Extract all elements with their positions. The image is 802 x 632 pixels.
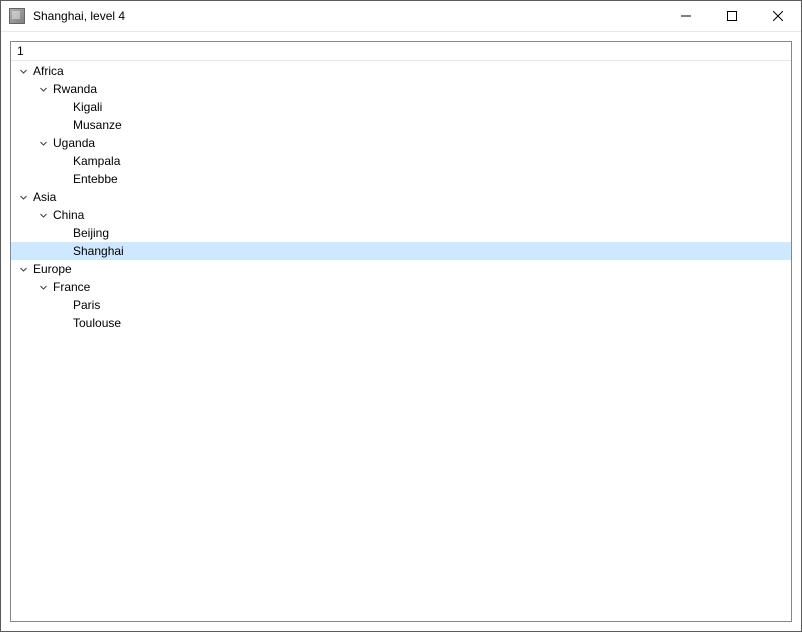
tree-item-label: Uganda	[51, 134, 95, 152]
tree-item-label: Beijing	[71, 224, 109, 242]
tree-item-china[interactable]: China	[11, 206, 791, 224]
tree-item-label: Paris	[71, 296, 100, 314]
tree-item-label: Africa	[31, 62, 64, 80]
chevron-down-icon[interactable]	[15, 63, 31, 79]
tree-item-label: Asia	[31, 188, 56, 206]
tree-item-entebbe[interactable]: Entebbe	[11, 170, 791, 188]
maximize-button[interactable]	[709, 1, 755, 31]
tree-item-france[interactable]: France	[11, 278, 791, 296]
tree-column-header[interactable]: 1	[11, 42, 791, 61]
tree-item-label: France	[51, 278, 90, 296]
tree-item-africa[interactable]: Africa	[11, 62, 791, 80]
tree-item-label: Entebbe	[71, 170, 118, 188]
tree-item-label: Rwanda	[51, 80, 97, 98]
chevron-down-icon[interactable]	[35, 81, 51, 97]
minimize-icon	[681, 11, 691, 21]
tree-item-europe[interactable]: Europe	[11, 260, 791, 278]
tree-item-shanghai[interactable]: Shanghai	[11, 242, 791, 260]
tree-item-label: China	[51, 206, 84, 224]
tree-item-label: Kigali	[71, 98, 102, 116]
tree-item-uganda[interactable]: Uganda	[11, 134, 791, 152]
tree-item-label: Kampala	[71, 152, 120, 170]
tree-item-musanze[interactable]: Musanze	[11, 116, 791, 134]
tree-item-kigali[interactable]: Kigali	[11, 98, 791, 116]
chevron-down-icon[interactable]	[15, 189, 31, 205]
close-icon	[773, 11, 783, 21]
tree-item-paris[interactable]: Paris	[11, 296, 791, 314]
tree-item-label: Europe	[31, 260, 72, 278]
tree-view[interactable]: 1 AfricaRwandaKigaliMusanzeUgandaKampala…	[10, 41, 792, 622]
chevron-down-icon[interactable]	[35, 279, 51, 295]
tree-item-label: Musanze	[71, 116, 122, 134]
tree-item-label: Shanghai	[71, 242, 124, 260]
close-button[interactable]	[755, 1, 801, 31]
content-area: 1 AfricaRwandaKigaliMusanzeUgandaKampala…	[1, 32, 801, 631]
tree-item-label: Toulouse	[71, 314, 121, 332]
tree-item-beijing[interactable]: Beijing	[11, 224, 791, 242]
app-icon	[9, 8, 25, 24]
tree-body: AfricaRwandaKigaliMusanzeUgandaKampalaEn…	[11, 61, 791, 332]
tree-item-rwanda[interactable]: Rwanda	[11, 80, 791, 98]
maximize-icon	[727, 11, 737, 21]
tree-item-toulouse[interactable]: Toulouse	[11, 314, 791, 332]
window-title: Shanghai, level 4	[31, 9, 663, 23]
chevron-down-icon[interactable]	[15, 261, 31, 277]
window-titlebar: Shanghai, level 4	[1, 1, 801, 32]
tree-item-kampala[interactable]: Kampala	[11, 152, 791, 170]
window-controls	[663, 1, 801, 31]
chevron-down-icon[interactable]	[35, 135, 51, 151]
chevron-down-icon[interactable]	[35, 207, 51, 223]
tree-item-asia[interactable]: Asia	[11, 188, 791, 206]
minimize-button[interactable]	[663, 1, 709, 31]
